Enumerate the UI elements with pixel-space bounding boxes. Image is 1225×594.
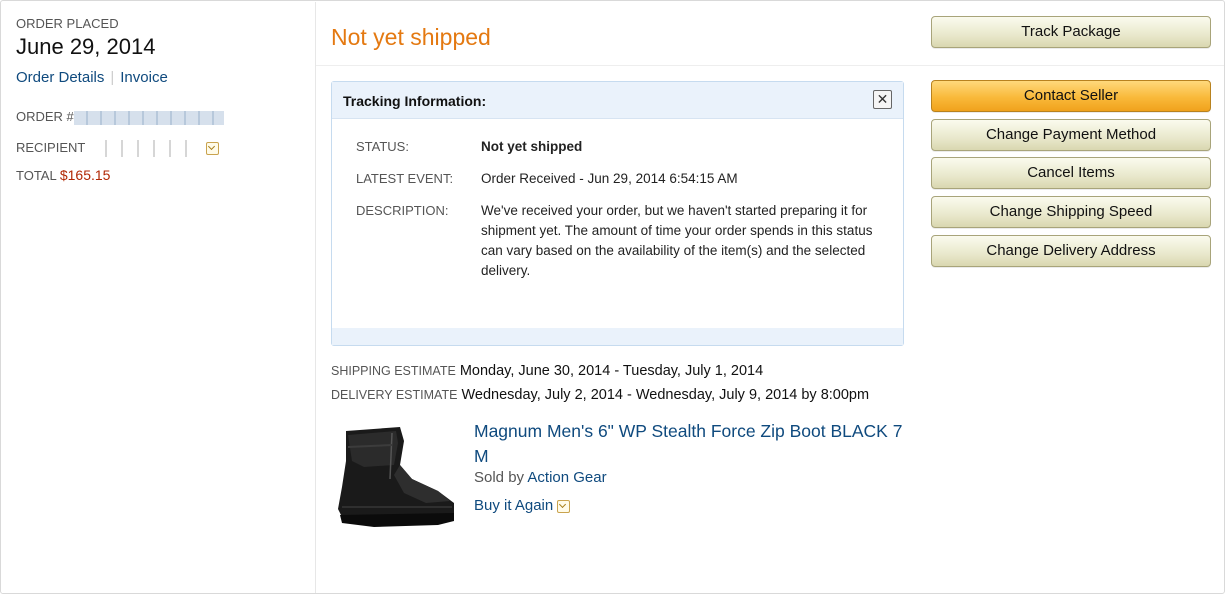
sold-by-label: Sold by	[474, 469, 525, 486]
product-title-link[interactable]: Magnum Men's 6" WP Stealth Force Zip Boo…	[474, 419, 904, 469]
order-card: ORDER PLACED June 29, 2014 Order Details…	[0, 0, 1225, 594]
boot-icon[interactable]	[334, 421, 458, 535]
order-details-link[interactable]: Order Details	[16, 69, 104, 86]
change-delivery-address-button[interactable]: Change Delivery Address	[931, 235, 1211, 267]
order-date: June 29, 2014	[16, 34, 156, 59]
header-divider	[316, 65, 1224, 66]
buy-again[interactable]: Buy it Again	[474, 497, 571, 514]
cancel-items-button[interactable]: Cancel Items	[931, 157, 1211, 189]
total-row: TOTAL $165.15	[16, 167, 110, 183]
shipping-estimate-value: Monday, June 30, 2014 - Tuesday, July 1,…	[459, 363, 764, 379]
order-number-label: ORDER #	[16, 109, 74, 124]
total-amount: $165.15	[59, 167, 111, 183]
order-summary-column	[2, 2, 316, 593]
latest-event-value: Order Received - Jun 29, 2014 6:54:15 AM	[481, 171, 738, 186]
close-icon[interactable]: ✕	[873, 90, 892, 109]
status-value: Not yet shipped	[481, 139, 583, 154]
shipment-status-headline: Not yet shipped	[331, 24, 491, 50]
link-separator: |	[110, 69, 115, 86]
redacted-order-number	[73, 110, 224, 125]
tracking-info-panel: Tracking Information: ✕ STATUS: Not yet …	[331, 81, 904, 346]
contact-seller-button[interactable]: Contact Seller	[931, 80, 1211, 112]
change-shipping-speed-button[interactable]: Change Shipping Speed	[931, 196, 1211, 228]
buy-again-dropdown-icon[interactable]	[557, 499, 571, 513]
shipping-estimate-label: SHIPPING ESTIMATE	[331, 364, 456, 378]
order-links: Order Details | Invoice	[16, 69, 168, 86]
change-payment-button[interactable]: Change Payment Method	[931, 119, 1211, 151]
recipient-row: RECIPIENT	[16, 140, 220, 158]
buy-again-link[interactable]: Buy it Again	[474, 497, 553, 514]
total-label: TOTAL	[16, 168, 57, 183]
track-package-button[interactable]: Track Package	[931, 16, 1211, 48]
invoice-link[interactable]: Invoice	[120, 69, 168, 86]
tracking-panel-title: Tracking Information:	[343, 93, 487, 109]
status-label: STATUS:	[356, 139, 409, 154]
shipping-estimate: SHIPPING ESTIMATE Monday, June 30, 2014 …	[331, 363, 763, 379]
recipient-label: RECIPIENT	[16, 140, 86, 155]
tracking-panel-footer	[332, 328, 903, 345]
description-label: DESCRIPTION:	[356, 203, 449, 218]
delivery-estimate-label: DELIVERY ESTIMATE	[331, 388, 458, 402]
delivery-estimate: DELIVERY ESTIMATE Wednesday, July 2, 201…	[331, 387, 869, 403]
recipient-dropdown-icon[interactable]	[206, 142, 220, 156]
order-placed-label: ORDER PLACED	[16, 16, 119, 31]
delivery-estimate-value: Wednesday, July 2, 2014 - Wednesday, Jul…	[461, 387, 870, 403]
description-value: We've received your order, but we haven'…	[481, 203, 873, 278]
latest-event-label: LATEST EVENT:	[356, 171, 454, 186]
tracking-panel-header: Tracking Information: ✕	[332, 82, 903, 119]
seller-link[interactable]: Action Gear	[527, 469, 606, 486]
order-number-row: ORDER #	[16, 109, 224, 125]
redacted-recipient	[90, 140, 199, 158]
sold-by: Sold by Action Gear	[474, 469, 607, 486]
